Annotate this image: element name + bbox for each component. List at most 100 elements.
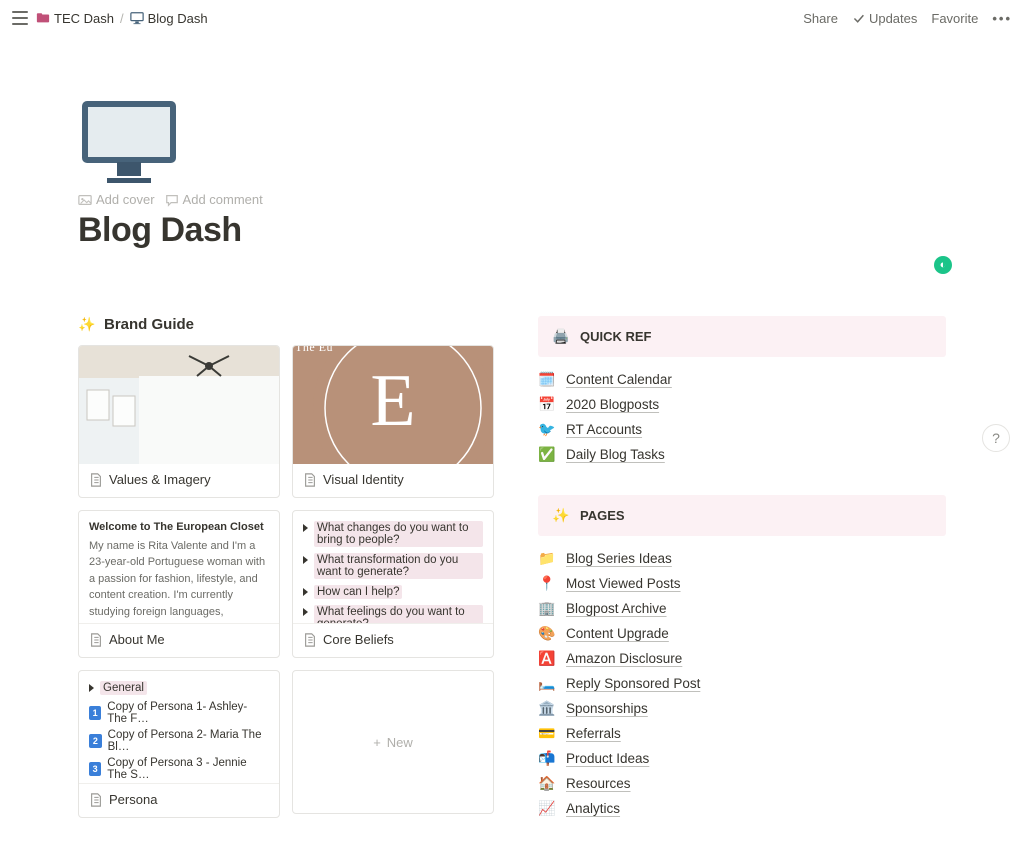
item-label: Resources — [566, 776, 631, 791]
page-icon — [89, 793, 103, 807]
list-item: 3Copy of Persona 3 - Jennie The S… — [89, 757, 269, 781]
item-label: Analytics — [566, 801, 620, 816]
favorite-button[interactable]: Favorite — [931, 11, 978, 26]
pages-list-item[interactable]: 📍 Most Viewed Posts — [538, 575, 946, 592]
list-item: 1Copy of Persona 1- Ashley- The F… — [89, 701, 269, 725]
plus-icon: + — [373, 735, 381, 750]
list-item: 2Copy of Persona 2- Maria The Bl… — [89, 729, 269, 753]
item-label: Amazon Disclosure — [566, 651, 682, 666]
item-label: Content Upgrade — [566, 626, 669, 641]
item-icon: 🗓️ — [538, 371, 556, 388]
monitor-icon — [130, 11, 144, 25]
updates-button[interactable]: Updates — [852, 11, 917, 26]
right-column: 🖨️ QUICK REF 🗓️ Content Calendar 📅 2020 Blo… — [538, 316, 946, 849]
pages-list-item[interactable]: 📬 Product Ideas — [538, 750, 946, 767]
breadcrumb: TEC Dash / Blog Dash — [36, 11, 208, 26]
topbar-right: Share Updates Favorite ••• — [803, 11, 1012, 26]
content-columns: ✨ Brand Guide — [78, 316, 946, 849]
card-new[interactable]: + New — [292, 670, 494, 814]
item-label: Content Calendar — [566, 372, 672, 387]
card-about-me[interactable]: Welcome to The European Closet My name i… — [78, 510, 280, 658]
brand-guide-heading: ✨ Brand Guide — [78, 316, 498, 333]
help-button[interactable]: ? — [982, 424, 1010, 452]
card-preview: Welcome to The European Closet My name i… — [79, 511, 279, 623]
breadcrumb-separator: / — [120, 11, 124, 26]
item-label: Most Viewed Posts — [566, 576, 681, 591]
card-preview: What changes do you want to bring to peo… — [293, 511, 493, 623]
status-badge[interactable]: ◐ — [934, 256, 952, 274]
folder-icon — [36, 11, 50, 25]
topbar: TEC Dash / Blog Dash Share Updates Favor… — [0, 0, 1024, 36]
card-persona[interactable]: General 1Copy of Persona 1- Ashley- The … — [78, 670, 280, 818]
item-label: Product Ideas — [566, 751, 649, 766]
card-visual-identity[interactable]: The Eu E Visual Identity — [292, 345, 494, 498]
breadcrumb-label: TEC Dash — [54, 11, 114, 26]
breadcrumb-item-blogdash[interactable]: Blog Dash — [130, 11, 208, 26]
card-preview: General 1Copy of Persona 1- Ashley- The … — [79, 671, 279, 783]
share-button[interactable]: Share — [803, 11, 838, 26]
card-title: Visual Identity — [293, 464, 493, 497]
sparkle-icon: ✨ — [552, 507, 570, 524]
quickref-list-item[interactable]: 📅 2020 Blogposts — [538, 396, 946, 413]
card-title: Core Beliefs — [293, 623, 493, 657]
card-title: Persona — [79, 783, 279, 817]
item-icon: 🏠 — [538, 775, 556, 792]
quickref-list: 🗓️ Content Calendar 📅 2020 Blogposts 🐦RT Acc… — [538, 371, 946, 463]
add-cover-button[interactable]: Add cover — [78, 192, 155, 207]
add-comment-button[interactable]: Add comment — [165, 192, 263, 207]
item-icon: 📬 — [538, 750, 556, 767]
more-icon[interactable]: ••• — [992, 11, 1012, 26]
pages-list-item[interactable]: 🏛️Sponsorships — [538, 700, 946, 717]
printer-icon: 🖨️ — [552, 328, 570, 345]
page-icon — [303, 633, 317, 647]
item-icon: 📍 — [538, 575, 556, 592]
topbar-left: TEC Dash / Blog Dash — [12, 11, 208, 26]
card-values-imagery[interactable]: Values & Imagery — [78, 345, 280, 498]
updates-label: Updates — [869, 11, 917, 26]
pages-list-item[interactable]: 📁 Blog Series Ideas — [538, 550, 946, 567]
pages-list-item[interactable]: 🛏️ Reply Sponsored Post — [538, 675, 946, 692]
page-title[interactable]: Blog Dash — [78, 211, 946, 250]
pages-list-item[interactable]: 🏢Blogpost Archive — [538, 600, 946, 617]
menu-icon[interactable] — [12, 11, 28, 25]
check-icon — [852, 12, 865, 25]
card-core-beliefs[interactable]: What changes do you want to bring to peo… — [292, 510, 494, 658]
card-title: Values & Imagery — [79, 464, 279, 497]
page-icon — [303, 473, 317, 487]
card-image: The Eu E — [293, 346, 493, 464]
item-label: Sponsorships — [566, 701, 648, 716]
item-icon: 🛏️ — [538, 675, 556, 692]
pages-list-item[interactable]: 🎨 Content Upgrade — [538, 625, 946, 642]
chevron-icon — [303, 524, 308, 532]
pages-list-item[interactable]: 💳Referrals — [538, 725, 946, 742]
item-icon: 🏢 — [538, 600, 556, 617]
quickref-heading: 🖨️ QUICK REF — [538, 316, 946, 357]
item-label: Blog Series Ideas — [566, 551, 672, 566]
quickref-list-item[interactable]: 🗓️ Content Calendar — [538, 371, 946, 388]
sparkle-icon: ✨ — [78, 316, 96, 333]
hover-actions: Add cover Add comment — [78, 192, 946, 207]
pages-list-item[interactable]: 🅰️ Amazon Disclosure — [538, 650, 946, 667]
item-icon: 🅰️ — [538, 650, 556, 667]
item-icon: 📁 — [538, 550, 556, 567]
item-label: Referrals — [566, 726, 621, 741]
breadcrumb-item-tecdash[interactable]: TEC Dash — [36, 11, 114, 26]
chevron-icon — [303, 608, 308, 616]
card-title: About Me — [79, 623, 279, 657]
quickref-list-item[interactable]: ✅Daily Blog Tasks — [538, 446, 946, 463]
item-icon: 📅 — [538, 396, 556, 413]
pages-list-item[interactable]: 🏠 Resources — [538, 775, 946, 792]
pages-list-item[interactable]: 📈Analytics — [538, 800, 946, 817]
item-label: 2020 Blogposts — [566, 397, 659, 412]
item-icon: 🎨 — [538, 625, 556, 642]
page-icon — [89, 633, 103, 647]
page-icon — [89, 473, 103, 487]
page-icon[interactable] — [78, 100, 180, 186]
page: Add cover Add comment Blog Dash ✨ Brand … — [0, 36, 1024, 849]
item-label: Reply Sponsored Post — [566, 676, 700, 691]
chevron-icon — [303, 588, 308, 596]
brand-guide-gallery: Values & Imagery The Eu E Visual — [78, 345, 498, 818]
image-icon — [78, 193, 92, 207]
left-column: ✨ Brand Guide — [78, 316, 498, 849]
quickref-list-item[interactable]: 🐦RT Accounts — [538, 421, 946, 438]
